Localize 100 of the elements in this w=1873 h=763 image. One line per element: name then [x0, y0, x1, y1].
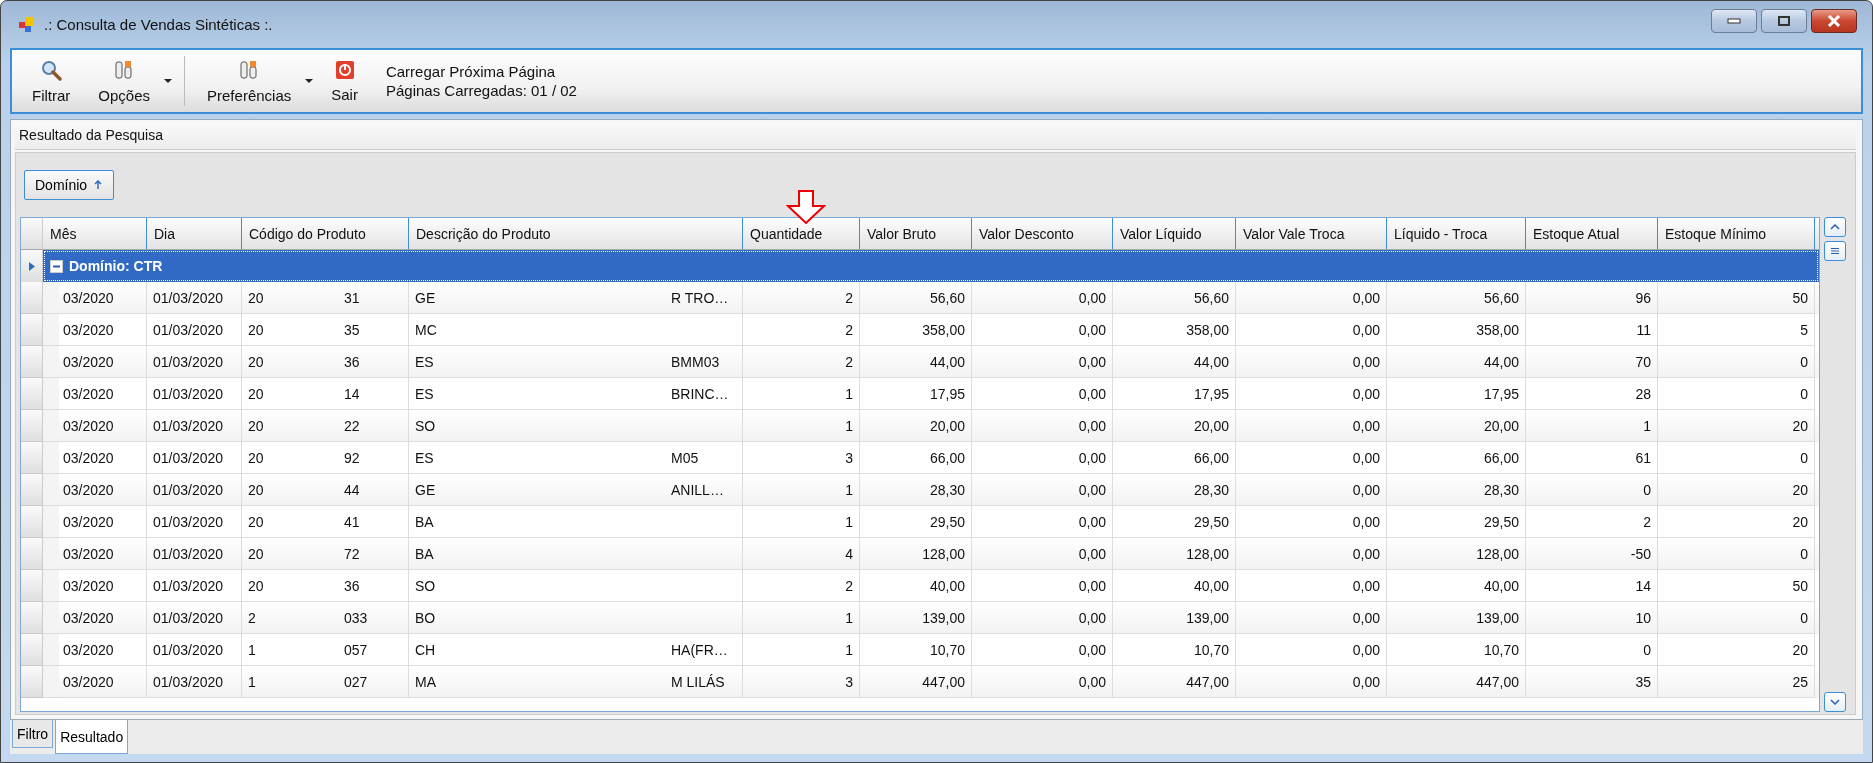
table-cell: 66,00 [1483, 449, 1519, 466]
column-header[interactable]: Valor Bruto [860, 218, 972, 250]
table-cell: 1 [845, 641, 853, 658]
table-cell: 20 [248, 449, 264, 466]
table-cell: 03/2020 [63, 353, 114, 370]
column-header[interactable]: Valor Desconto [972, 218, 1113, 250]
tab[interactable]: Filtro [12, 720, 54, 748]
scroll-down-button[interactable] [1824, 692, 1846, 712]
table-cell: 01/03/2020 [153, 385, 224, 402]
table-cell: 03/2020 [63, 609, 114, 626]
table-cell: GE [415, 481, 436, 498]
dropdown-caret-icon[interactable] [164, 78, 173, 84]
table-cell: 0,00 [1352, 385, 1380, 402]
maximize-icon [1777, 14, 1791, 27]
table-cell: 1 [845, 609, 853, 626]
table-cell: 20 [248, 481, 264, 498]
toolbar-button[interactable]: Filtrar [18, 54, 85, 108]
table-cell: ANILL… [671, 481, 724, 498]
table-cell: 10,70 [1483, 641, 1519, 658]
group-row[interactable]: Domínio: CTR [43, 250, 1819, 282]
table-cell: 1 [845, 417, 853, 434]
table-cell: 22 [344, 417, 360, 434]
table-cell: 03/2020 [63, 641, 114, 658]
table-cell: 29,50 [1193, 513, 1229, 530]
column-header[interactable]: Estoque Atual [1526, 218, 1658, 250]
table-cell: 03/2020 [63, 513, 114, 530]
table-cell: 358,00 [1186, 321, 1229, 338]
tab[interactable]: Resultado [55, 720, 129, 754]
table-cell: GE [415, 289, 436, 306]
table-cell: 01/03/2020 [153, 321, 224, 338]
table-cell: 0 [1800, 385, 1808, 402]
table-cell: 28,30 [1193, 481, 1229, 498]
collapse-icon[interactable] [50, 259, 63, 273]
table-cell: 0,00 [1078, 609, 1106, 626]
table-cell: 1 [845, 481, 853, 498]
scroll-thumb[interactable] [1824, 241, 1846, 261]
column-header[interactable]: Valor Vale Troca [1236, 218, 1387, 250]
table-cell: 2 [845, 353, 853, 370]
table-cell: 17,95 [1483, 385, 1519, 402]
table-cell: 17,95 [929, 385, 965, 402]
panel-title: Resultado da Pesquisa [15, 122, 1856, 150]
column-header[interactable]: Descrição do Produto [409, 218, 743, 250]
status-text: Carregar Próxima Página [385, 63, 557, 80]
toolbar-button[interactable]: Sair [317, 55, 372, 107]
table-cell: SO [415, 417, 436, 434]
table-cell: 10 [1635, 609, 1651, 626]
table-cell: 0,00 [1078, 545, 1106, 562]
toolbar-button[interactable]: Opções [84, 54, 165, 108]
table-cell: HA(FR… [671, 641, 728, 658]
table-cell: 2 [248, 609, 256, 626]
column-header[interactable]: Valor Líquido [1113, 218, 1236, 250]
group-by-button[interactable]: Domínio [24, 170, 115, 200]
table-cell: 20 [248, 545, 264, 562]
column-header[interactable]: Quantidade [743, 218, 860, 250]
table-cell: 0,00 [1352, 641, 1380, 658]
column-header[interactable]: Líquido - Troca [1387, 218, 1526, 250]
table-cell: BA [415, 545, 434, 562]
table-cell: 2 [845, 321, 853, 338]
table-cell: 20,00 [929, 417, 965, 434]
table-cell: 0,00 [1352, 609, 1380, 626]
table-cell: 0,00 [1078, 577, 1106, 594]
table-cell: 20 [1792, 417, 1808, 434]
dropdown-caret-icon[interactable] [305, 78, 314, 84]
table-cell: 0,00 [1078, 673, 1106, 690]
table-cell: BRINC… [671, 385, 729, 402]
table-cell: BMM03 [671, 353, 720, 370]
table-cell: 50 [1792, 577, 1808, 594]
table-cell: 29,50 [929, 513, 965, 530]
column-header[interactable]: Estoque Mínimo [1658, 218, 1815, 250]
table-cell: 44 [344, 481, 360, 498]
table-cell: 36 [344, 577, 360, 594]
table-cell: 66,00 [929, 449, 965, 466]
table-cell: 0,00 [1078, 513, 1106, 530]
table-cell: 03/2020 [63, 673, 114, 690]
power-icon [334, 59, 355, 80]
table-cell: 128,00 [922, 545, 965, 562]
table-cell: M LILÁS [671, 673, 725, 690]
row-selector[interactable] [21, 250, 43, 282]
table-cell: 01/03/2020 [153, 545, 224, 562]
close-button[interactable] [1811, 8, 1857, 33]
table-cell: 20 [1792, 641, 1808, 658]
maximize-button[interactable] [1761, 8, 1807, 33]
scroll-up-button[interactable] [1824, 217, 1846, 237]
table-cell: 01/03/2020 [153, 289, 224, 306]
table-cell: 70 [1635, 353, 1651, 370]
table-cell: 447,00 [1476, 673, 1519, 690]
table-cell: 40,00 [1483, 577, 1519, 594]
column-header[interactable]: Código do Produto [242, 218, 409, 250]
table-cell: 0,00 [1078, 321, 1106, 338]
table-cell: 28,30 [929, 481, 965, 498]
table-cell: 139,00 [922, 609, 965, 626]
toolbar-button[interactable]: Preferências [193, 54, 306, 108]
group-label: Domínio: CTR [69, 258, 163, 274]
grip-icon [1830, 247, 1840, 255]
column-header[interactable]: Dia [147, 218, 242, 250]
chevron-down-icon [1830, 699, 1840, 705]
table-cell: 20 [248, 289, 264, 306]
table-cell: -50 [1630, 545, 1651, 562]
column-header[interactable]: Mês [43, 218, 147, 250]
table-cell: 40,00 [929, 577, 965, 594]
